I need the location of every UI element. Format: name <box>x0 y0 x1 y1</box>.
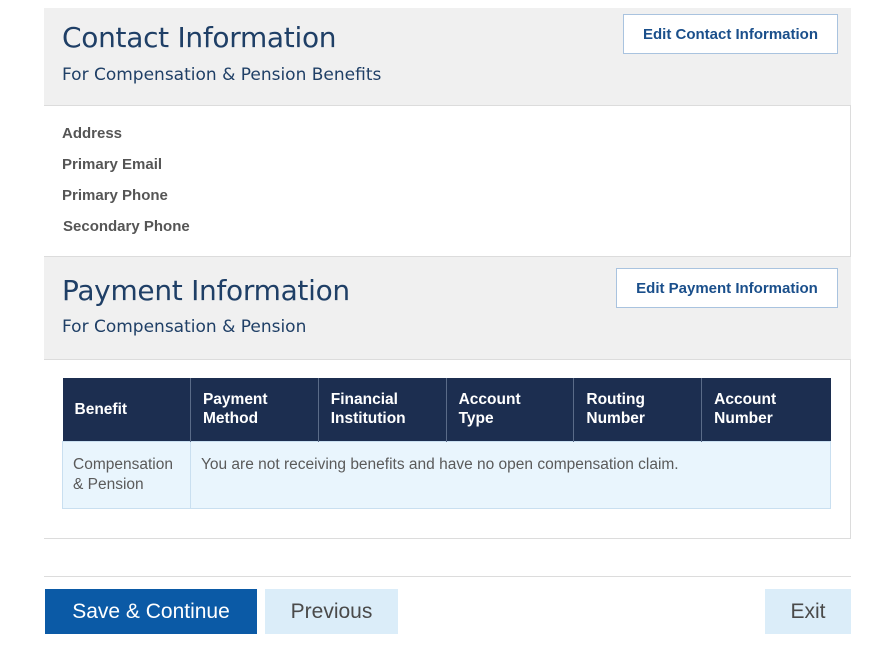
header-account-type: Account Type <box>446 378 575 441</box>
contact-title: Contact Information <box>62 21 337 54</box>
contact-section-header: Contact Information For Compensation & P… <box>44 8 851 106</box>
footer-divider <box>44 576 851 577</box>
header-benefit: Benefit <box>62 378 191 441</box>
exit-button[interactable]: Exit <box>765 589 851 634</box>
payment-subtitle: For Compensation & Pension <box>62 317 307 337</box>
no-benefits-message: You are not receiving benefits and have … <box>189 440 832 509</box>
address-label: Address <box>62 125 123 142</box>
previous-button[interactable]: Previous <box>265 589 398 634</box>
table-header-row: Benefit Payment Method Financial Instituti… <box>62 378 831 441</box>
payment-section-header: Payment Information For Compensation & P… <box>44 256 851 360</box>
header-routing-number: Routing Number <box>573 378 703 441</box>
save-continue-button[interactable]: Save & Continue <box>45 589 257 634</box>
payment-title: Payment Information <box>62 274 350 307</box>
header-account-number: Account Number <box>701 378 831 441</box>
header-financial-institution: Financial Institution <box>318 378 447 441</box>
table-row: Compensation & Pension You are not receiv… <box>62 440 832 509</box>
edit-contact-button[interactable]: Edit Contact Information <box>623 14 838 54</box>
benefit-cell: Compensation & Pension <box>62 440 191 509</box>
contact-subtitle: For Compensation & Pension Benefits <box>62 65 382 85</box>
header-payment-method: Payment Method <box>190 378 319 441</box>
secondary-phone-label: Secondary Phone <box>63 218 190 235</box>
payment-table: Benefit Payment Method Financial Instituti… <box>62 378 832 509</box>
primary-email-label: Primary Email <box>62 156 163 173</box>
edit-payment-button[interactable]: Edit Payment Information <box>616 268 838 308</box>
primary-phone-label: Primary Phone <box>62 187 168 204</box>
